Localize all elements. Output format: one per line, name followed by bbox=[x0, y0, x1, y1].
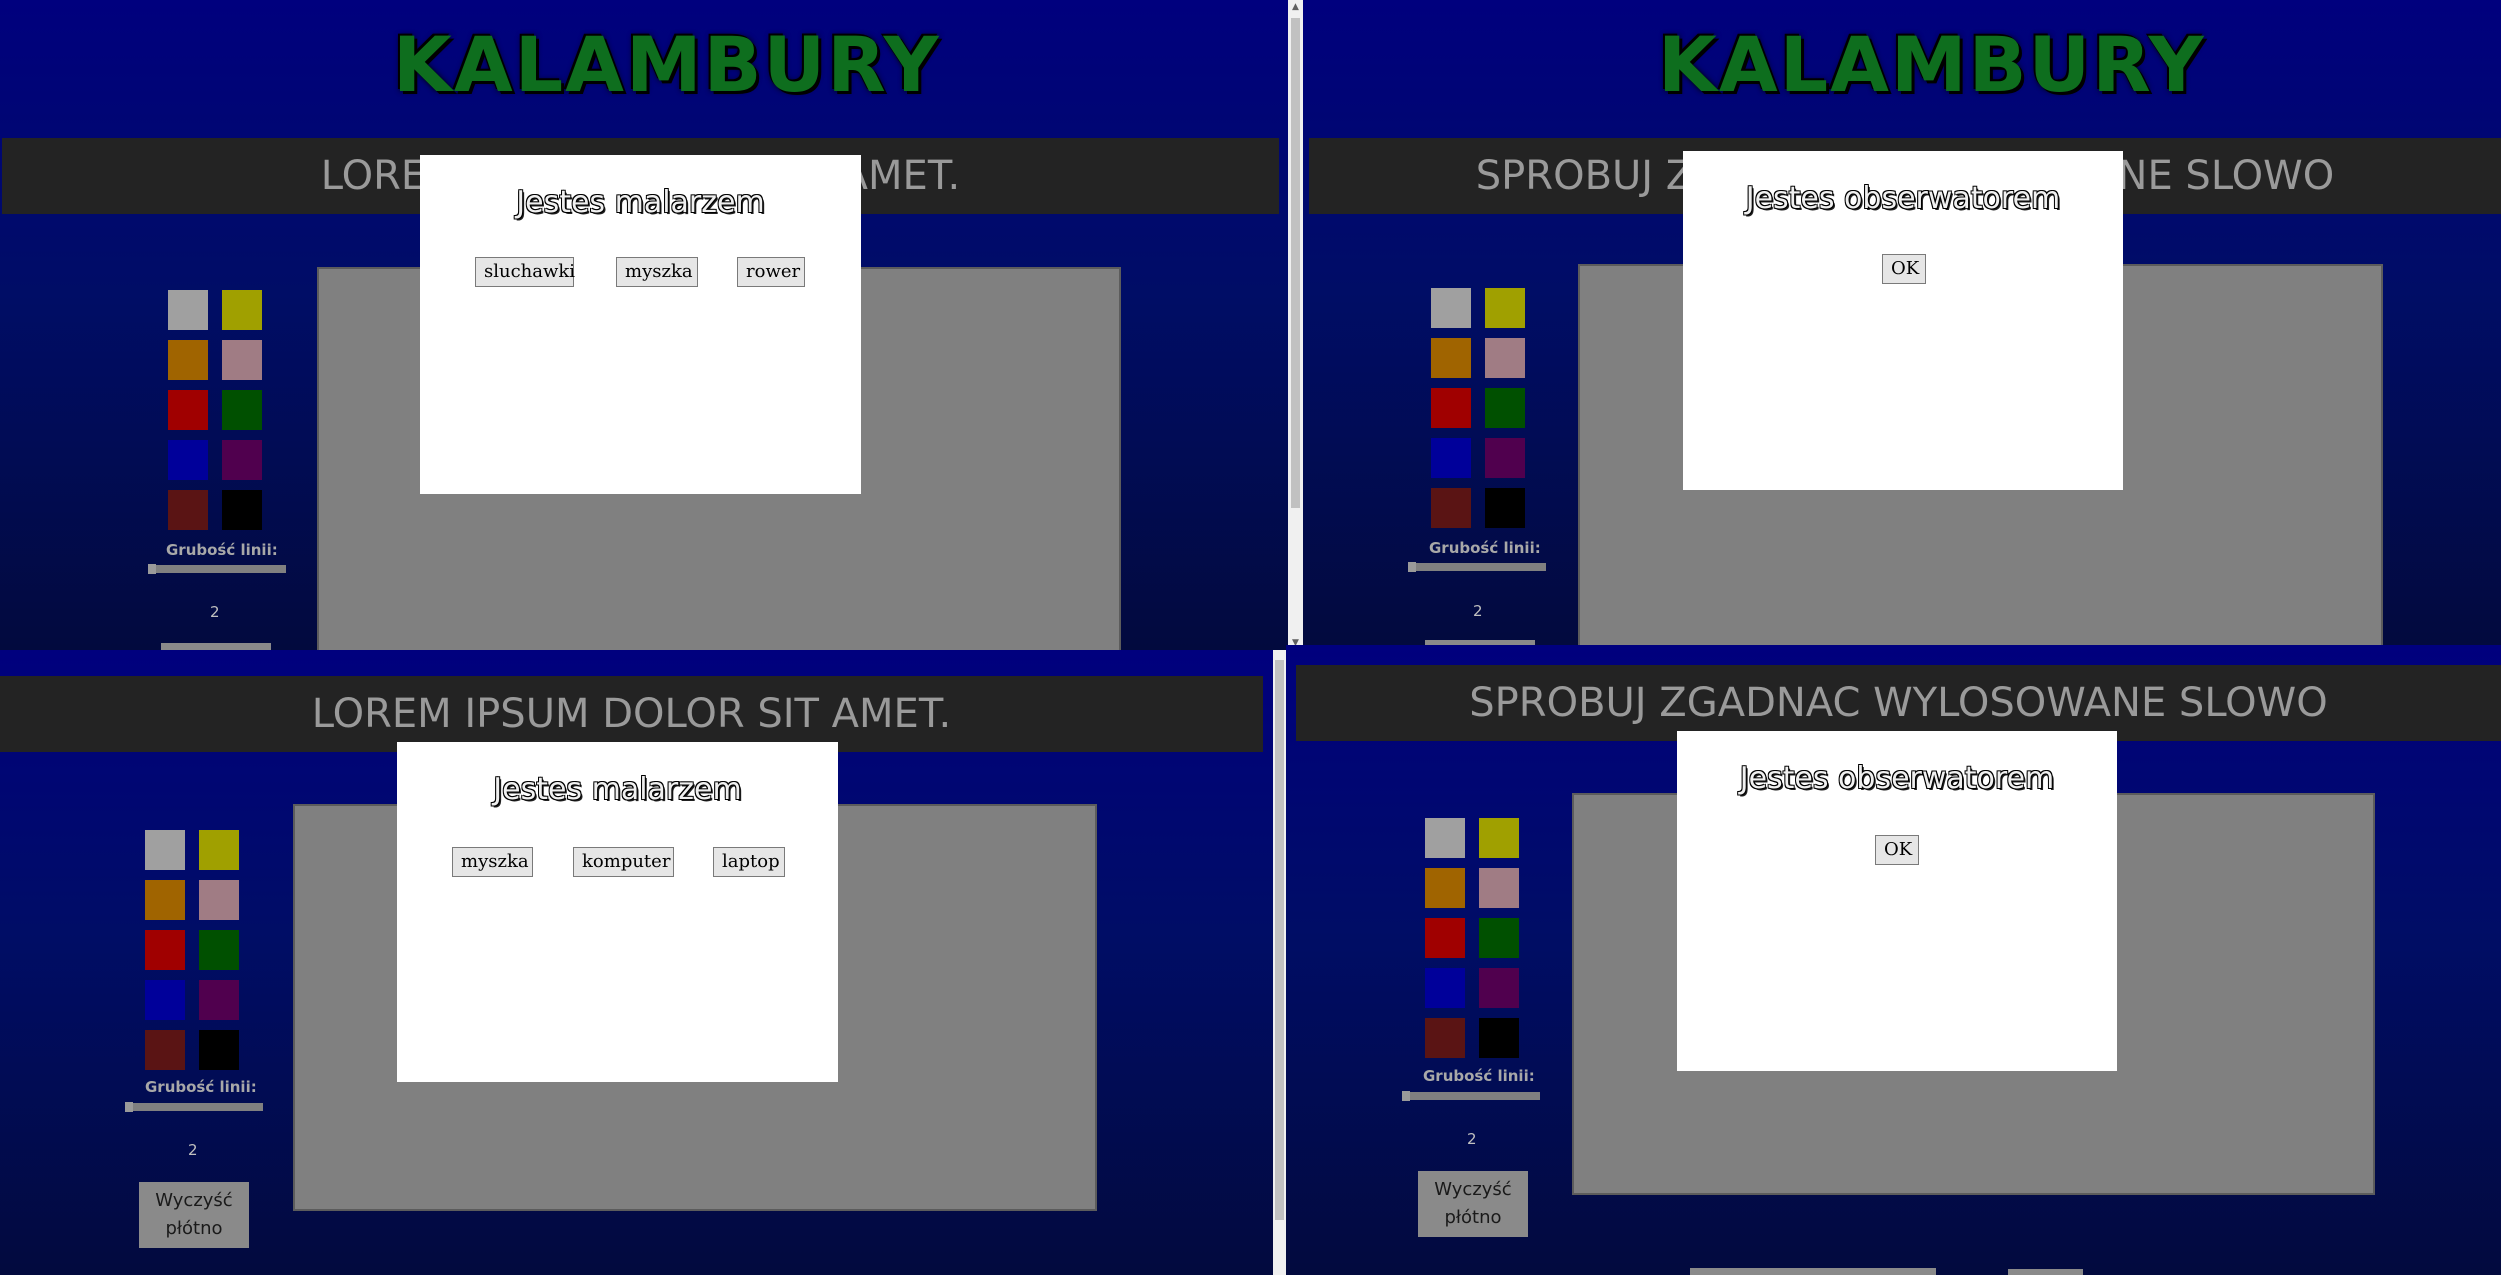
color-swatch[interactable] bbox=[1425, 868, 1465, 908]
color-swatch[interactable] bbox=[1479, 918, 1519, 958]
line-thickness-slider[interactable] bbox=[1408, 563, 1546, 571]
color-swatch[interactable] bbox=[1479, 1018, 1519, 1058]
modal-title: Jestes obserwatorem bbox=[1739, 761, 2055, 796]
line-thickness-value: 2 bbox=[210, 603, 220, 621]
color-swatch[interactable] bbox=[199, 930, 239, 970]
modal-title: Jestes malarzem bbox=[516, 185, 765, 220]
color-swatch[interactable] bbox=[1479, 868, 1519, 908]
game-title: KALAMBURY bbox=[393, 20, 941, 109]
word-choice-button[interactable]: komputer bbox=[573, 847, 674, 877]
browser-panel-top-right: KALAMBURY SPROBUJ ZGADNAC WYLOSOWANE SLO… bbox=[1303, 0, 2501, 645]
color-swatch[interactable] bbox=[222, 290, 262, 330]
color-swatch[interactable] bbox=[1425, 968, 1465, 1008]
ok-button[interactable]: OK bbox=[1882, 254, 1926, 284]
prompt-banner: SPROBUJ ZGADNAC WYLOSOWANE SLOWO bbox=[1296, 665, 2501, 741]
color-swatch[interactable] bbox=[1479, 818, 1519, 858]
color-swatch[interactable] bbox=[1431, 438, 1471, 478]
modal-title: Jestes obserwatorem bbox=[1745, 181, 2061, 216]
ok-button[interactable]: OK bbox=[1875, 835, 1919, 865]
color-swatch[interactable] bbox=[199, 1030, 239, 1070]
color-swatch[interactable] bbox=[199, 830, 239, 870]
vertical-scrollbar[interactable] bbox=[1273, 650, 1286, 1275]
color-swatch[interactable] bbox=[222, 390, 262, 430]
line-thickness-label: Grubość linii: bbox=[1429, 539, 1541, 557]
line-thickness-label: Grubość linii: bbox=[1423, 1067, 1535, 1085]
clear-canvas-button[interactable]: Wyczyść płótno bbox=[139, 1182, 249, 1248]
line-thickness-value: 2 bbox=[1473, 602, 1483, 620]
word-choice-button[interactable]: laptop bbox=[713, 847, 785, 877]
word-choice-button[interactable]: myszka bbox=[616, 257, 698, 287]
color-swatch[interactable] bbox=[168, 440, 208, 480]
color-swatch[interactable] bbox=[168, 340, 208, 380]
role-modal: Jestes obserwatorem OK bbox=[1683, 151, 2123, 490]
color-swatch[interactable] bbox=[1425, 918, 1465, 958]
color-swatch[interactable] bbox=[1485, 388, 1525, 428]
line-thickness-value: 2 bbox=[188, 1141, 198, 1159]
browser-panel-bottom-left: LOREM IPSUM DOLOR SIT AMET. Grubość lini… bbox=[0, 650, 1273, 1275]
word-choice-button[interactable]: myszka bbox=[452, 847, 533, 877]
line-thickness-slider[interactable] bbox=[1402, 1092, 1540, 1100]
color-swatch[interactable] bbox=[168, 290, 208, 330]
color-swatch[interactable] bbox=[1479, 968, 1519, 1008]
game-title: KALAMBURY bbox=[1658, 20, 2206, 109]
scroll-up-icon[interactable]: ▲ bbox=[1288, 0, 1303, 14]
word-choice-button[interactable]: sluchawki bbox=[475, 257, 575, 287]
color-swatch[interactable] bbox=[145, 830, 185, 870]
line-thickness-label: Grubość linii: bbox=[145, 1078, 257, 1096]
color-swatch[interactable] bbox=[1485, 288, 1525, 328]
prompt-banner: LOREM IPSUM DOLOR SIT AMET. bbox=[0, 676, 1263, 752]
role-modal: Jestes malarzem sluchawki myszka rower bbox=[420, 155, 861, 494]
color-swatch[interactable] bbox=[1425, 818, 1465, 858]
browser-panel-bottom-right: SPROBUJ ZGADNAC WYLOSOWANE SLOWO Grubość… bbox=[1286, 645, 2501, 1275]
word-choice-button[interactable]: rower bbox=[737, 257, 805, 287]
color-swatch[interactable] bbox=[1431, 388, 1471, 428]
color-swatch[interactable] bbox=[222, 490, 262, 530]
color-swatch[interactable] bbox=[199, 880, 239, 920]
color-swatch[interactable] bbox=[1431, 488, 1471, 528]
color-swatch[interactable] bbox=[222, 340, 262, 380]
color-swatch[interactable] bbox=[1431, 338, 1471, 378]
scroll-thumb[interactable] bbox=[1291, 18, 1300, 508]
vertical-scrollbar[interactable]: ▲ ▼ bbox=[1288, 0, 1303, 650]
line-thickness-value: 2 bbox=[1467, 1130, 1477, 1148]
color-swatch[interactable] bbox=[168, 490, 208, 530]
color-swatch[interactable] bbox=[1485, 338, 1525, 378]
line-thickness-label: Grubość linii: bbox=[166, 541, 278, 559]
modal-title: Jestes malarzem bbox=[493, 772, 742, 807]
role-modal: Jestes malarzem myszka komputer laptop bbox=[397, 742, 838, 1082]
clear-canvas-button[interactable]: Wyczyść płótno bbox=[1418, 1171, 1528, 1237]
color-swatch[interactable] bbox=[145, 1030, 185, 1070]
color-swatch[interactable] bbox=[145, 980, 185, 1020]
slider-handle[interactable] bbox=[1408, 562, 1416, 572]
color-swatch[interactable] bbox=[1431, 288, 1471, 328]
color-swatch[interactable] bbox=[222, 440, 262, 480]
color-swatch[interactable] bbox=[145, 880, 185, 920]
color-swatch[interactable] bbox=[1425, 1018, 1465, 1058]
slider-handle[interactable] bbox=[125, 1102, 133, 1112]
clear-canvas-button[interactable] bbox=[161, 643, 271, 650]
scroll-thumb[interactable] bbox=[1275, 660, 1284, 1220]
guess-input[interactable] bbox=[1690, 1268, 1936, 1275]
color-swatch[interactable] bbox=[145, 930, 185, 970]
guess-submit-button[interactable] bbox=[2008, 1269, 2083, 1275]
role-modal: Jestes obserwatorem OK bbox=[1677, 731, 2117, 1071]
line-thickness-slider[interactable] bbox=[148, 565, 286, 573]
slider-handle[interactable] bbox=[1402, 1091, 1410, 1101]
color-swatch[interactable] bbox=[199, 980, 239, 1020]
color-swatch[interactable] bbox=[1485, 488, 1525, 528]
line-thickness-slider[interactable] bbox=[125, 1103, 263, 1111]
color-swatch[interactable] bbox=[1485, 438, 1525, 478]
color-swatch[interactable] bbox=[168, 390, 208, 430]
browser-panel-top-left: KALAMBURY LOREM IPSUM DOLOR SIT AMET. Gr… bbox=[0, 0, 1288, 650]
slider-handle[interactable] bbox=[148, 564, 156, 574]
